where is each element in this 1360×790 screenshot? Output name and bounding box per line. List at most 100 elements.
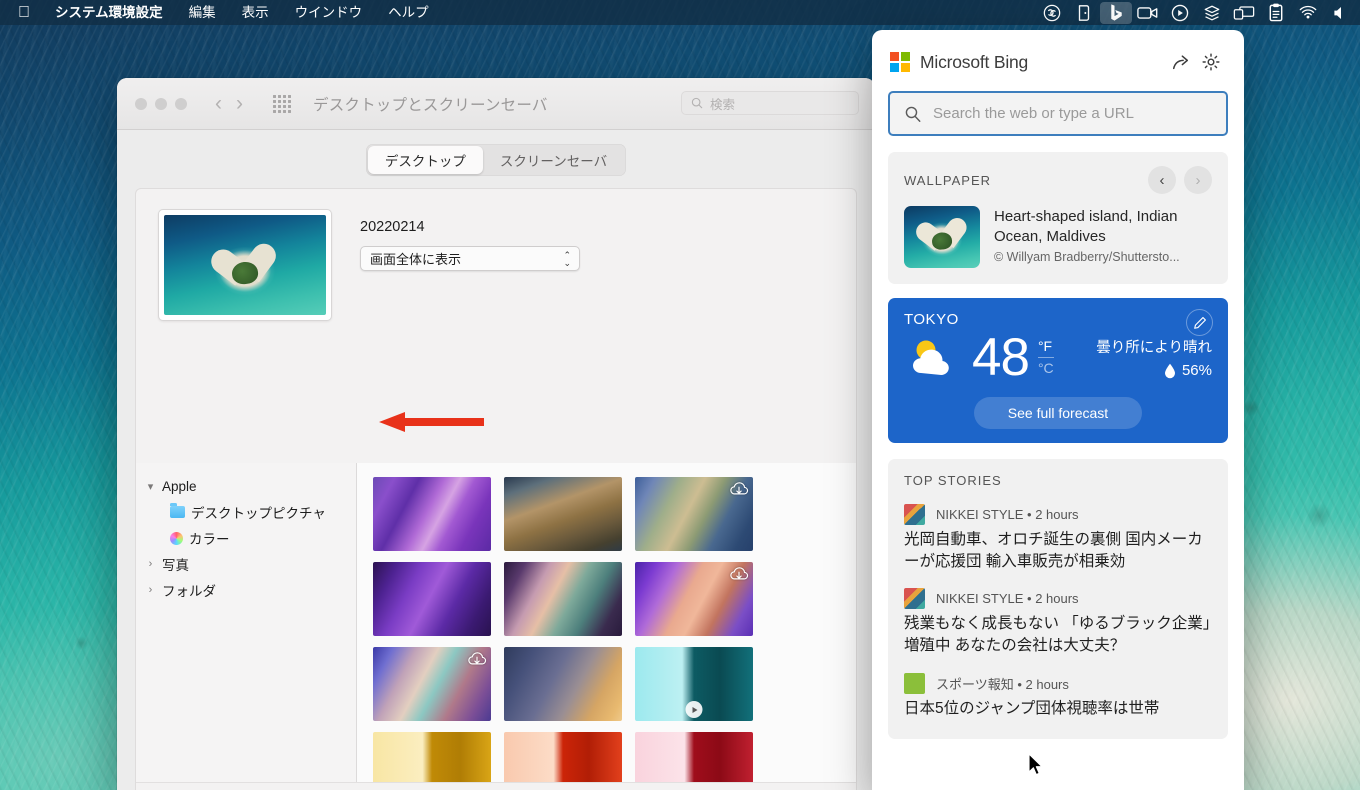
wallpaper-next-button[interactable]: › [1184, 166, 1212, 194]
wallpaper-card-body[interactable]: Heart-shaped island, Indian Ocean, Maldi… [904, 206, 1212, 268]
wallpaper-thumbnail-big-sur-coast[interactable] [504, 477, 622, 551]
apple-menu-icon[interactable]:  [15, 0, 42, 25]
sidebar-item-label: カラー [189, 532, 230, 547]
share-icon[interactable] [1166, 48, 1196, 76]
sidebar-item-label: デスクトップピクチャ [191, 506, 326, 521]
wallpaper-meta: 20220214 画面全体に表示 ⌃ ⌄ [360, 209, 580, 321]
search-input[interactable]: Search the web or type a URL [888, 91, 1228, 136]
wallpaper-thumbnail-imac-pink[interactable] [635, 732, 753, 782]
story-item[interactable]: スポーツ報知 • 2 hours 日本5位のジャンプ団体視聴率は世帯 [904, 672, 1212, 720]
minimize-button[interactable] [155, 97, 167, 110]
menu-item-view[interactable]: 表示 [229, 0, 282, 25]
gear-icon[interactable] [1196, 48, 1226, 76]
sidebar-item-folders[interactable]: › フォルダ [136, 577, 356, 603]
wallpaper-thumbnail-imac-yellow[interactable] [373, 732, 491, 782]
tab-desktop[interactable]: デスクトップ [367, 146, 483, 174]
creative-cloud-icon[interactable] [1036, 2, 1068, 24]
menu-item-edit[interactable]: 編集 [176, 0, 229, 25]
sidebar-item-colors[interactable]: カラー [136, 525, 356, 551]
volume-icon[interactable] [1324, 2, 1356, 24]
folder-icon [170, 503, 185, 518]
menu-bar-status-icons [1036, 1, 1360, 24]
screens-icon[interactable] [1228, 2, 1260, 24]
story-source: NIKKEI STYLE • 2 hours [936, 507, 1079, 522]
menu-item-system-preferences[interactable]: システム環境設定 [42, 0, 176, 25]
close-button[interactable] [135, 97, 147, 110]
wallpaper-thumbnail-monterey-purple[interactable] [373, 477, 491, 551]
logo-square-yellow [901, 63, 910, 72]
bing-icon[interactable] [1100, 1, 1132, 24]
wallpaper-thumbnail-desert-dunes[interactable] [635, 562, 753, 636]
partly-cloudy-icon [913, 340, 949, 375]
wallpaper-text: Heart-shaped island, Indian Ocean, Maldi… [994, 206, 1212, 268]
story-source-row: NIKKEI STYLE • 2 hours [904, 588, 1212, 610]
desktop-panel: 20220214 画面全体に表示 ⌃ ⌄ ▾ Apple デスクトップピクチャ … [135, 188, 857, 790]
menu-item-window[interactable]: ウインドウ [282, 0, 376, 25]
sidebar-item-desktop-pictures[interactable]: デスクトップピクチャ [136, 499, 356, 525]
wallpaper-thumbnail-coastal-cliffs[interactable] [373, 647, 491, 721]
wallpaper-thumbnail-purple-mountains[interactable] [373, 562, 491, 636]
wallpaper-thumbnail-canyon-dusk[interactable] [504, 562, 622, 636]
disclosure-right-icon[interactable]: › [145, 584, 156, 596]
preferences-search-input[interactable]: 検索 [681, 91, 859, 115]
weather-card[interactable]: TOKYO 48 °F °C 曇り所により晴れ 56% See full for [888, 298, 1228, 443]
see-full-forecast-button[interactable]: See full forecast [974, 397, 1142, 429]
play-circle-icon[interactable] [1164, 2, 1196, 24]
sidebar-item-apple[interactable]: ▾ Apple [136, 473, 356, 499]
disclosure-right-icon[interactable]: › [145, 558, 156, 570]
show-all-grid-icon[interactable] [273, 94, 291, 113]
nikkei-icon [904, 504, 925, 525]
window-titlebar: ‹ › デスクトップとスクリーンセーバ 検索 [117, 78, 875, 130]
tab-screensaver[interactable]: スクリーンセーバ [483, 146, 624, 174]
wallpaper-thumbnail-imac-teal[interactable] [635, 647, 753, 721]
fit-mode-value: 画面全体に表示 [370, 252, 462, 267]
microsoft-logo-icon [890, 52, 910, 72]
video-camera-icon[interactable] [1132, 2, 1164, 24]
weather-condition: 曇り所により晴れ [1096, 340, 1212, 356]
wallpaper-thumbnail-dusk-gradient[interactable] [504, 647, 622, 721]
icloud-download-icon[interactable] [467, 651, 487, 667]
current-wallpaper-row: 20220214 画面全体に表示 ⌃ ⌄ [136, 189, 856, 321]
wallpaper-title: Heart-shaped island, Indian Ocean, Maldi… [994, 208, 1178, 245]
search-placeholder: Search the web or type a URL [933, 105, 1134, 122]
window-body: デスクトップ スクリーンセーバ 20220214 画面全体に表示 ⌃ ⌄ ▾ A… [117, 130, 875, 790]
hochi-icon [904, 672, 925, 694]
wallpaper-prev-button[interactable]: ‹ [1148, 166, 1176, 194]
back-icon[interactable]: ‹ [215, 92, 222, 116]
wallpaper-card-header: WALLPAPER ‹ › [904, 166, 1212, 194]
story-item[interactable]: NIKKEI STYLE • 2 hours 残業もなく成長もない 「ゆるブラック… [904, 588, 1212, 656]
zoom-button[interactable] [175, 97, 187, 110]
sidebar-item-photos[interactable]: › 写真 [136, 551, 356, 577]
fit-mode-select[interactable]: 画面全体に表示 ⌃ ⌄ [360, 246, 580, 271]
dynamic-wallpaper-badge[interactable] [685, 701, 703, 718]
tab-bar: デスクトップ スクリーンセーバ [117, 130, 875, 188]
layers-icon[interactable] [1196, 2, 1228, 24]
story-item[interactable]: NIKKEI STYLE • 2 hours 光岡自動車、オロチ誕生の裏側 国内メ… [904, 504, 1212, 572]
clipboard-icon[interactable] [1260, 2, 1292, 24]
story-headline: 光岡自動車、オロチ誕生の裏側 国内メーカーが応援団 輸入車販売が相乗効 [904, 531, 1203, 570]
forward-icon[interactable]: › [236, 92, 243, 116]
wallpaper-preview-frame[interactable] [158, 209, 332, 321]
story-source: スポーツ報知 • 2 hours [936, 676, 1069, 692]
menu-bar:  システム環境設定 編集 表示 ウインドウ ヘルプ [0, 0, 1360, 25]
menu-bar-left:  システム環境設定 編集 表示 ウインドウ ヘルプ [0, 0, 442, 25]
unit-celsius[interactable]: °C [1037, 357, 1054, 378]
door-icon[interactable] [1068, 2, 1100, 24]
top-stories-list: NIKKEI STYLE • 2 hours 光岡自動車、オロチ誕生の裏側 国内メ… [904, 504, 1212, 719]
edit-pencil-icon[interactable] [1186, 309, 1213, 336]
menu-item-help[interactable]: ヘルプ [375, 0, 442, 25]
disclosure-down-icon[interactable]: ▾ [145, 480, 156, 493]
top-stories-label: TOP STORIES [904, 473, 1002, 488]
airplay-icon[interactable] [1292, 2, 1324, 24]
wallpaper-thumbnail-imac-orange[interactable] [504, 732, 622, 782]
system-preferences-window: ‹ › デスクトップとスクリーンセーバ 検索 デスクトップ スクリーンセーバ 2… [117, 78, 875, 790]
icloud-download-icon[interactable] [729, 481, 749, 497]
red-arrow-annotation [379, 412, 484, 432]
logo-square-green [901, 52, 910, 61]
unit-fahrenheit[interactable]: °F [1038, 338, 1054, 356]
wallpaper-credit: © Willyam Bradberry/Shuttersto... [994, 249, 1180, 264]
tab-group: デスクトップ スクリーンセーバ [365, 144, 627, 176]
sidebar-item-label: Apple [162, 478, 197, 494]
icloud-download-icon[interactable] [729, 566, 749, 582]
wallpaper-thumbnail-catalina-island[interactable] [635, 477, 753, 551]
